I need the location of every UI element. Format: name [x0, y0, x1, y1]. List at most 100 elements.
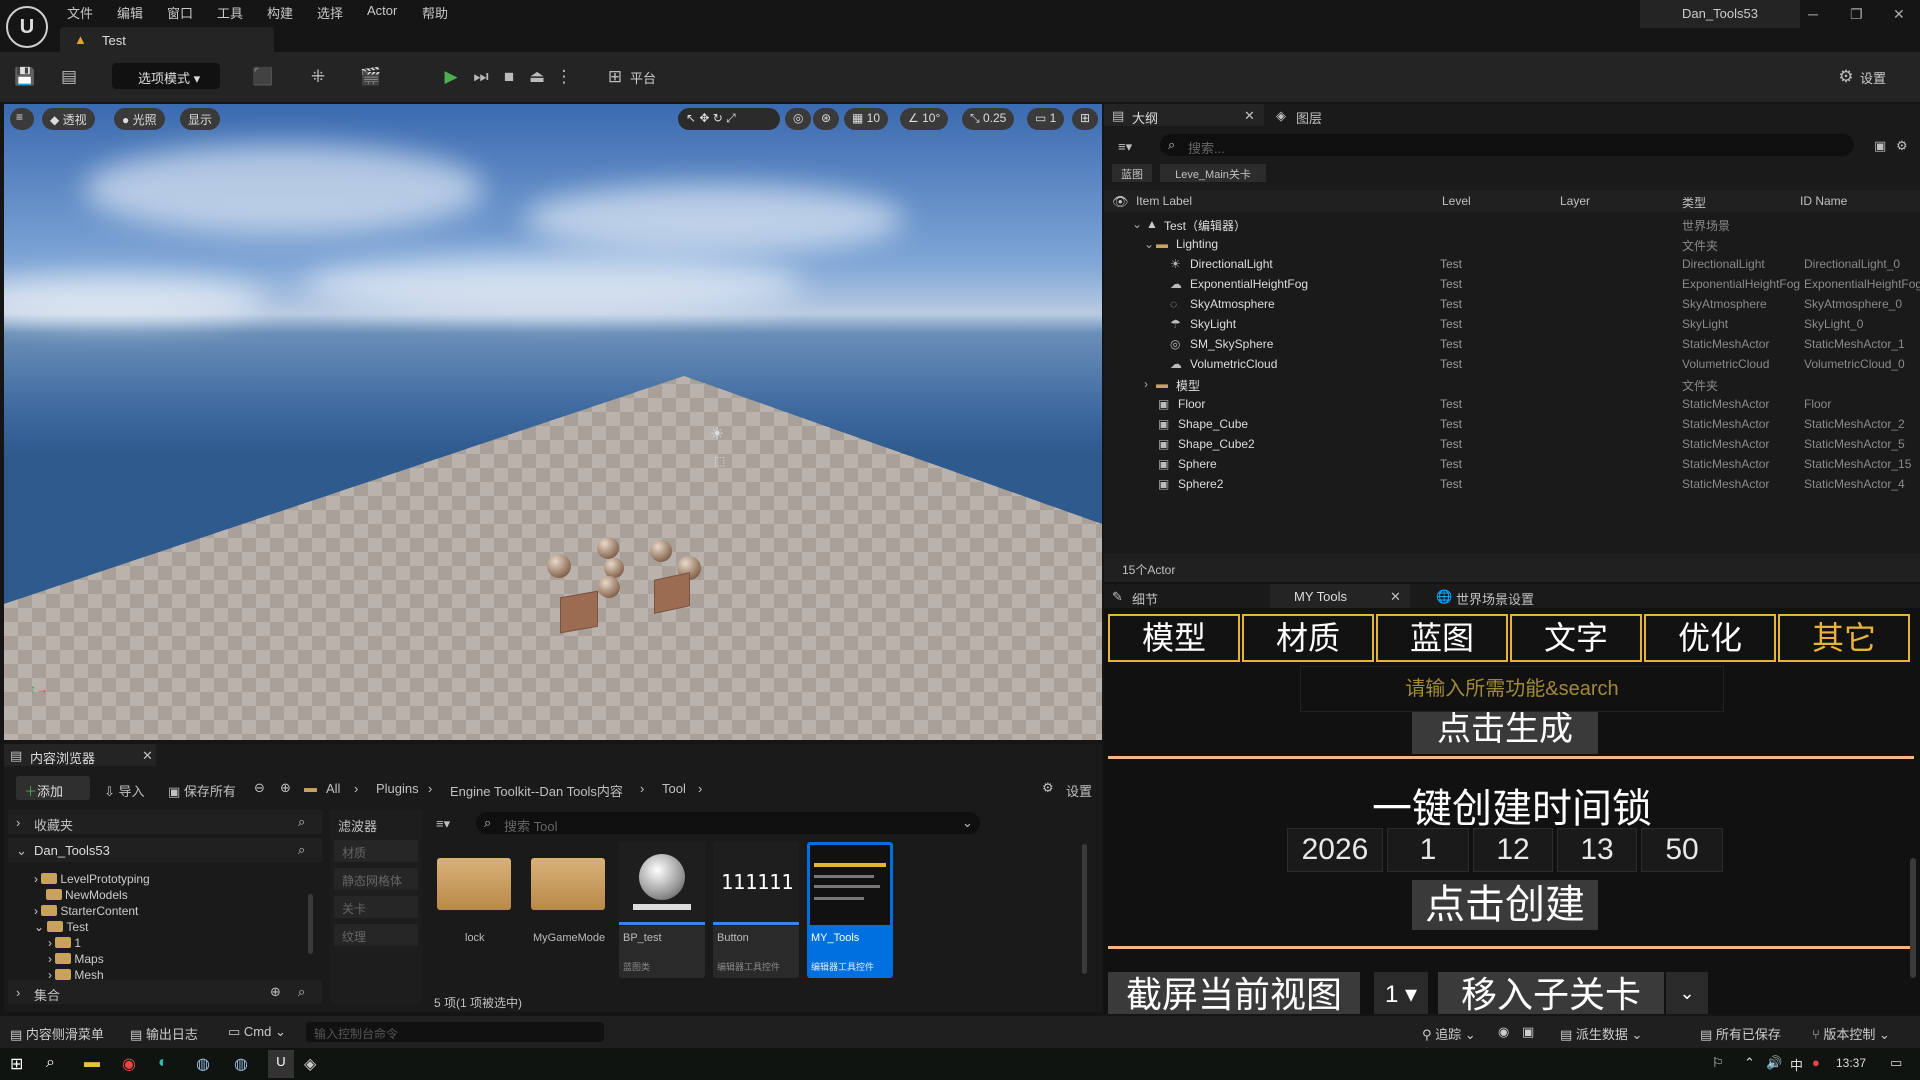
- col-id-name[interactable]: ID Name: [1800, 194, 1847, 208]
- camera-icon[interactable]: ▣: [1522, 1024, 1534, 1040]
- blueprint-icon[interactable]: ⁜: [307, 66, 329, 88]
- add-button[interactable]: ＋添加: [16, 776, 90, 800]
- generate-button[interactable]: 点击生成: [1412, 712, 1598, 754]
- tree-folder-test[interactable]: ⌄ Test: [34, 920, 88, 934]
- network-icon[interactable]: ⚐: [1712, 1055, 1724, 1071]
- search-icon[interactable]: ⌕: [298, 842, 305, 858]
- more-options-icon[interactable]: ⋮: [553, 66, 575, 88]
- close-tools-icon[interactable]: ✕: [1390, 589, 1401, 605]
- menu-file[interactable]: 文件: [67, 3, 93, 22]
- ime-icon[interactable]: 中: [1790, 1055, 1803, 1074]
- year-field[interactable]: 2026: [1287, 828, 1383, 872]
- filter-icon[interactable]: ≡▾: [1118, 139, 1132, 155]
- collections-header[interactable]: › 集合 ⊕ ⌕: [8, 980, 322, 1004]
- content-drawer-button[interactable]: ▤ 内容侧滑菜单: [10, 1024, 104, 1043]
- tree-scrollbar[interactable]: [308, 894, 313, 954]
- month-field[interactable]: 1: [1387, 828, 1469, 872]
- chrome-icon[interactable]: ◉: [122, 1054, 136, 1074]
- filter-texture[interactable]: 纹理: [334, 924, 418, 946]
- app-icon[interactable]: ◍: [196, 1054, 210, 1074]
- world-local-icon[interactable]: ◎: [785, 108, 812, 130]
- details-tab[interactable]: 细节: [1132, 589, 1158, 608]
- sublevel-dropdown-icon[interactable]: ⌄: [1666, 972, 1708, 1014]
- path-all[interactable]: All: [326, 781, 340, 796]
- outliner-row[interactable]: ⌄ ▬ Lighting 文件夹: [1104, 234, 1920, 254]
- save-all-button[interactable]: ▣ 保存所有: [168, 781, 236, 800]
- minimize-icon[interactable]: ─: [1808, 6, 1818, 22]
- cinematics-icon[interactable]: 🎬: [360, 66, 382, 88]
- lighting-button[interactable]: ● 光照: [114, 108, 165, 130]
- record-icon[interactable]: ◉: [1498, 1024, 1509, 1040]
- menu-select[interactable]: 选择: [317, 3, 343, 22]
- trace-button[interactable]: ⚲ 追踪 ⌄: [1422, 1024, 1476, 1043]
- tree-folder-newmodels[interactable]: NewModels: [46, 888, 128, 902]
- layers-tab[interactable]: 图层: [1296, 108, 1322, 127]
- import-button[interactable]: ⇩ 导入: [104, 781, 145, 800]
- source-control-button[interactable]: ⑂ 版本控制 ⌄: [1812, 1024, 1890, 1043]
- menu-tools[interactable]: 工具: [217, 3, 243, 22]
- category-other-button[interactable]: 其它: [1778, 614, 1910, 662]
- search-icon[interactable]: ⌕: [46, 1054, 55, 1072]
- filter-chip-level[interactable]: Leve_Main关卡: [1160, 164, 1266, 182]
- outliner-row[interactable]: ▣ Sphere Test StaticMeshActor StaticMeshActo…: [1104, 454, 1920, 474]
- asset-filter-icon[interactable]: ≡▾: [436, 816, 450, 832]
- asset-search-input[interactable]: ⌕ 搜索 Tool ⌄: [476, 812, 980, 834]
- forward-icon[interactable]: ⊕: [280, 780, 291, 796]
- content-browser-tab[interactable]: ▤ 内容浏览器 ✕: [4, 744, 156, 766]
- perspective-button[interactable]: ◆ 透视: [42, 108, 95, 130]
- close-content-browser-icon[interactable]: ✕: [142, 748, 153, 764]
- outliner-settings-icon[interactable]: ⚙: [1896, 138, 1908, 154]
- move-to-sublevel-button[interactable]: 移入子关卡: [1438, 972, 1664, 1015]
- col-type[interactable]: 类型: [1682, 194, 1706, 211]
- cb-settings-button[interactable]: 设置: [1066, 781, 1092, 800]
- content-icon[interactable]: ▤: [58, 66, 80, 88]
- show-button[interactable]: 显示: [180, 108, 221, 130]
- chevron-down-icon[interactable]: ⌄: [1144, 237, 1154, 251]
- save-icon[interactable]: 💾: [14, 66, 36, 88]
- file-explorer-icon[interactable]: ▬: [84, 1054, 100, 1072]
- select-mode-dropdown[interactable]: 选项模式 ▾: [112, 63, 220, 89]
- close-outliner-icon[interactable]: ✕: [1244, 108, 1255, 124]
- visibility-icon[interactable]: 👁: [1112, 194, 1129, 210]
- level-viewport[interactable]: ≡ ◆ 透视 ● 光照 显示 ↖ ✥ ↻ ⤢ ◎ ⊛ ▦ 10 ∠ 10° ⤡ …: [4, 104, 1102, 740]
- outliner-row[interactable]: ⌄ ▲ Test（编辑器） 世界场景: [1104, 214, 1920, 234]
- volume-icon[interactable]: 🔊: [1766, 1055, 1782, 1071]
- favorites-header[interactable]: › 收藏夹 ⌕: [8, 810, 322, 834]
- filter-level[interactable]: 关卡: [334, 896, 418, 918]
- path-tool[interactable]: Tool: [662, 781, 686, 796]
- add-collection-icon[interactable]: ⊕: [270, 984, 281, 1000]
- app-icon[interactable]: ◈: [304, 1054, 316, 1074]
- minute-field[interactable]: 50: [1641, 828, 1723, 872]
- restore-icon[interactable]: ❐: [1850, 6, 1863, 23]
- outliner-row[interactable]: ☂ SkyLight Test SkyLight SkyLight_0: [1104, 314, 1920, 334]
- category-optimize-button[interactable]: 优化: [1644, 614, 1776, 662]
- hour-field[interactable]: 13: [1557, 828, 1637, 872]
- rotation-snap-button[interactable]: ∠ 10°: [900, 108, 949, 130]
- asset-mygamemode[interactable]: MyGameMode: [527, 842, 613, 978]
- asset-scrollbar[interactable]: [1082, 844, 1087, 974]
- app-icon[interactable]: ◍: [234, 1054, 248, 1074]
- screenshot-button[interactable]: 截屏当前视图: [1108, 972, 1360, 1015]
- outliner-row[interactable]: › ▬ 模型 文件夹: [1104, 374, 1920, 394]
- search-icon[interactable]: ⌕: [298, 814, 305, 830]
- category-blueprint-button[interactable]: 蓝图: [1376, 614, 1508, 662]
- maximize-viewport-icon[interactable]: ⊞: [1072, 108, 1099, 130]
- category-material-button[interactable]: 材质: [1242, 614, 1374, 662]
- outliner-row[interactable]: ☀ DirectionalLight Test DirectionalLight Dir…: [1104, 254, 1920, 274]
- screenshot-count-dropdown[interactable]: 1 ▾: [1374, 972, 1428, 1014]
- back-icon[interactable]: ⊖: [254, 780, 265, 796]
- cb-settings-icon[interactable]: ⚙: [1042, 780, 1054, 796]
- output-log-button[interactable]: ▤ 输出日志: [130, 1024, 198, 1043]
- day-field[interactable]: 12: [1473, 828, 1553, 872]
- tray-app-icon[interactable]: ●: [1812, 1055, 1820, 1070]
- tool-search-input[interactable]: 请输入所需功能&search: [1300, 666, 1724, 712]
- outliner-row[interactable]: ▣ Floor Test StaticMeshActor Floor: [1104, 394, 1920, 414]
- viewport-menu-icon[interactable]: ≡: [10, 108, 34, 130]
- transform-tools[interactable]: ↖ ✥ ↻ ⤢: [678, 108, 780, 130]
- outliner-search-input[interactable]: ⌕ 搜索...: [1160, 134, 1854, 156]
- all-saved-button[interactable]: ▤ 所有已保存: [1700, 1024, 1781, 1043]
- tree-folder-startercontent[interactable]: › StarterContent: [34, 904, 138, 918]
- step-icon[interactable]: ⏭: [470, 66, 492, 88]
- asset-button[interactable]: 111111 Button 编辑器工具控件: [713, 842, 799, 978]
- tree-folder-1[interactable]: › 1: [48, 936, 81, 950]
